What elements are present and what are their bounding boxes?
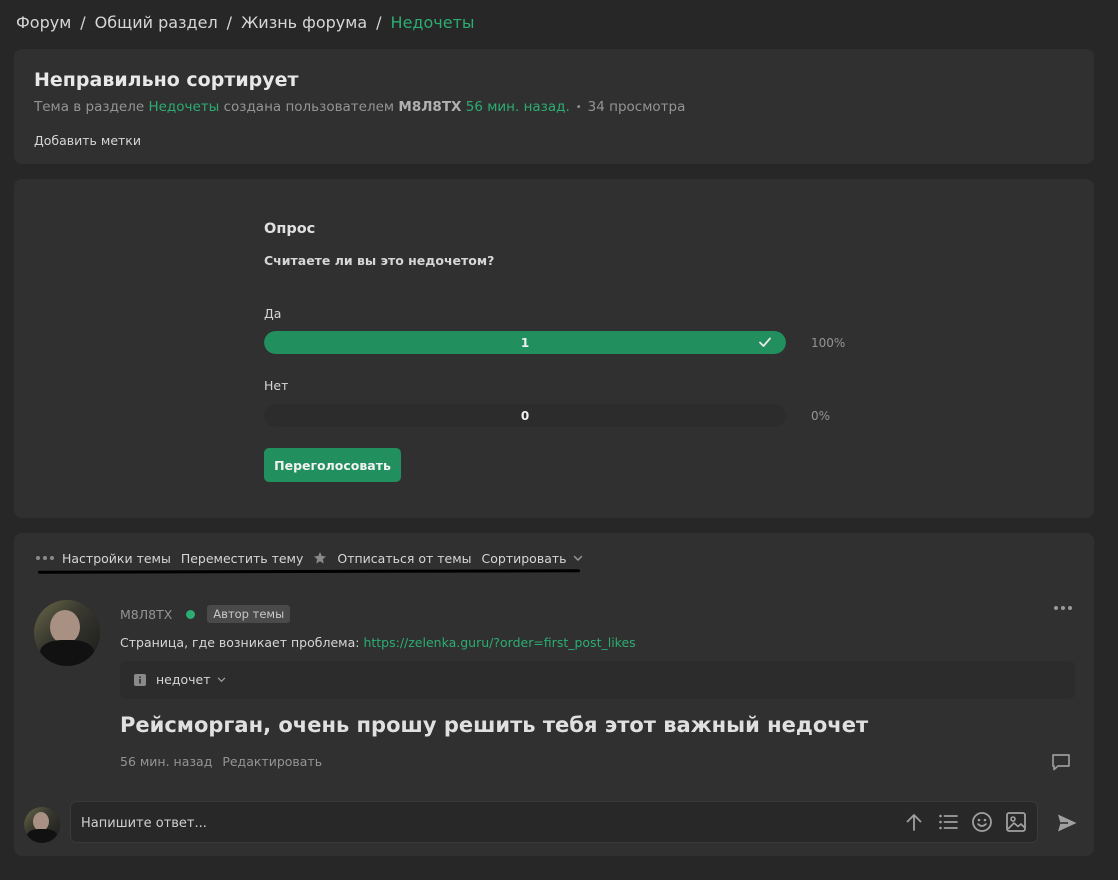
tag-dropdown[interactable]: недочет [134, 672, 226, 687]
breadcrumb-separator: / [376, 12, 382, 32]
image-icon[interactable] [1005, 811, 1027, 833]
post-body-text: Рейсморган, очень прошу решить тебя этот… [120, 713, 869, 737]
meta-views: 34 просмотра [587, 99, 686, 115]
chevron-down-icon [573, 555, 582, 561]
meta-dot: • [575, 101, 582, 113]
reply-box [70, 801, 1038, 843]
breadcrumb-current[interactable]: Недочеты [391, 13, 475, 32]
poll-option-bar-yes: 1 [264, 331, 786, 354]
info-icon [134, 673, 146, 686]
poll-option-percent: 0% [811, 409, 831, 423]
post-link[interactable]: https://zelenka.guru/?order=first_post_l… [363, 635, 635, 650]
breadcrumb-forum[interactable]: Форум [16, 13, 71, 32]
send-icon[interactable] [1055, 811, 1079, 835]
comment-icon[interactable] [1050, 751, 1072, 773]
reply-avatar [24, 807, 60, 843]
online-status-icon [186, 609, 196, 619]
poll-option-count: 0 [520, 408, 530, 423]
toolbar-underline [37, 569, 581, 574]
poll-title: Опрос [264, 221, 316, 237]
reply-toolbar [903, 811, 1027, 833]
poll-option-percent: 100% [811, 336, 846, 350]
avatar[interactable] [34, 600, 100, 666]
posts-card: Настройки темы Переместить тему Отписать… [14, 533, 1094, 856]
meta-author-link[interactable]: M8Л8TX [398, 99, 461, 115]
post-text: Страница, где возникает проблема: https:… [120, 635, 636, 650]
thread-settings-link[interactable]: Настройки темы [62, 551, 171, 566]
author-badge: Автор темы [207, 605, 291, 623]
smile-icon[interactable] [971, 811, 993, 833]
more-dots-icon[interactable] [36, 556, 54, 560]
tag-box: недочет [120, 661, 1075, 699]
sort-dropdown[interactable]: Сортировать [482, 551, 583, 566]
check-icon [759, 337, 771, 347]
meta-time: 56 мин. назад. [465, 99, 570, 115]
breadcrumb-separator: / [226, 12, 233, 32]
post-time[interactable]: 56 мин. назад [120, 754, 212, 769]
poll-question: Считаете ли вы это недочетом? [264, 253, 495, 268]
thread-toolbar: Настройки темы Переместить тему Отписать… [36, 550, 583, 566]
reply-input[interactable] [81, 813, 681, 833]
tag-label: недочет [156, 672, 211, 687]
breadcrumb-separator: / [80, 12, 86, 32]
breadcrumb-general[interactable]: Общий раздел [95, 13, 218, 32]
poll-card: Опрос Считаете ли вы это недочетом? Да 1… [14, 179, 1094, 518]
thread-meta: Тема в разделе Недочеты создана пользова… [34, 99, 685, 115]
add-tags-link[interactable]: Добавить метки [34, 133, 141, 148]
revote-button[interactable]: Переголосовать [264, 448, 401, 482]
post-text-prefix: Страница, где возникает проблема: [120, 635, 360, 650]
poll-option-count: 1 [520, 335, 530, 350]
star-icon[interactable] [313, 551, 327, 565]
poll-option-label: Да [264, 306, 282, 321]
poll-option-label: Нет [264, 378, 289, 393]
post-footer: 56 мин. назад Редактировать [120, 754, 322, 769]
arrow-up-icon[interactable] [903, 811, 925, 833]
page-title: Неправильно сортирует [34, 69, 299, 91]
meta-prefix: Тема в разделе [34, 99, 145, 115]
meta-section-link[interactable]: Недочеты [148, 99, 219, 115]
breadcrumb: Форум / Общий раздел / Жизнь форума / Не… [16, 10, 475, 34]
post-more-icon[interactable] [1054, 606, 1072, 610]
meta-created-by: создана пользователем [223, 99, 395, 115]
unsubscribe-link[interactable]: Отписаться от темы [337, 551, 471, 566]
breadcrumb-forum-life[interactable]: Жизнь форума [241, 13, 367, 32]
poll-option-bar-no: 0 [264, 404, 786, 427]
edit-link[interactable]: Редактировать [222, 754, 322, 769]
chevron-down-icon [217, 677, 225, 683]
move-thread-link[interactable]: Переместить тему [181, 551, 304, 566]
sort-label: Сортировать [481, 550, 567, 566]
thread-header: Неправильно сортирует Тема в разделе Нед… [14, 49, 1094, 164]
post-author-row: M8Л8TX Автор темы [120, 605, 291, 623]
list-icon[interactable] [937, 811, 959, 833]
post-author-name[interactable]: M8Л8TX [120, 607, 172, 622]
